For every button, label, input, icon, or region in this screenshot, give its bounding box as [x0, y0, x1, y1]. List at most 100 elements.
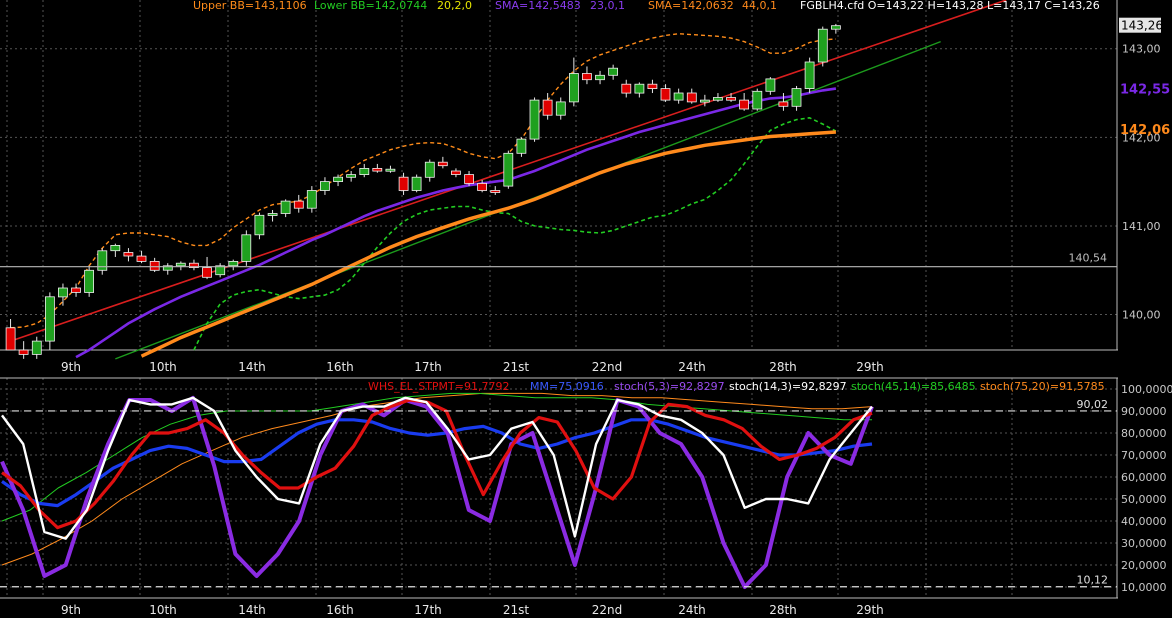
candle-body [765, 78, 776, 92]
candle-body [359, 167, 370, 175]
price-x-tick-label: 10th [149, 360, 177, 374]
oscillator-axis-tick-label: 80,0000 [1121, 427, 1167, 440]
candle-body [529, 99, 540, 140]
candle-body [306, 190, 317, 209]
price-x-tick-label: 9th [61, 360, 81, 374]
candle-body [293, 200, 304, 209]
candle-body [411, 176, 422, 191]
candle-body [686, 92, 697, 103]
candle-body [346, 174, 357, 178]
candle-body [713, 97, 723, 101]
candle-body [18, 349, 29, 355]
legend-stoch-14-3: stoch(14,3)=92,8297 [729, 380, 847, 393]
candle-body [778, 101, 789, 107]
oscillator-x-tick-label: 29th [856, 603, 884, 617]
oscillator-axis-tick-label: 20,0000 [1121, 559, 1167, 572]
price-axis-tick-label: 140,00 [1122, 309, 1161, 322]
legend-sma1-params: 23,0,1 [590, 0, 625, 12]
candle-body [385, 168, 396, 172]
candle-body [490, 190, 501, 193]
candle-body [700, 99, 710, 103]
candle-body [136, 255, 147, 262]
price-x-tick-label: 24th [678, 360, 706, 374]
candle-body [437, 161, 448, 167]
oscillator-x-tick-label: 14th [238, 603, 266, 617]
candle-body [542, 99, 553, 116]
oscillator-x-tick-label: 24th [678, 603, 706, 617]
oscillator-x-tick-label: 21st [503, 603, 530, 617]
candle-body [123, 252, 134, 257]
oscillator-axis-tick-label: 10,0000 [1121, 581, 1167, 594]
oscillator-x-tick-label: 17th [414, 603, 442, 617]
oscillator-x-tick-label: 10th [149, 603, 177, 617]
price-x-tick-label: 28th [769, 360, 797, 374]
price-x-tick-label: 14th [238, 360, 266, 374]
legend-stoch-75-20: stoch(75,20)=91,5785 [980, 380, 1105, 393]
oscillator-axis-tick-label: 40,0000 [1121, 515, 1167, 528]
oscillator-lower-label: 10,12 [1077, 574, 1109, 587]
candle-body [228, 260, 239, 267]
candle-body [254, 214, 265, 236]
oscillator-x-tick-label: 9th [61, 603, 81, 617]
legend-whs: WHS_EL_STPMT=91,7792 [368, 380, 509, 393]
candle-body [634, 83, 645, 94]
candle-body [464, 174, 475, 184]
oscillator-x-tick-label: 16th [326, 603, 354, 617]
oscillator-axis-tick-label: 100,0000 [1121, 383, 1172, 396]
candle-body [319, 181, 330, 191]
last-price-tag: 143,26 [1119, 17, 1163, 33]
price-axis-tick-label: 141,00 [1122, 220, 1161, 233]
price-x-tick-label: 17th [414, 360, 442, 374]
price-x-tick-label: 22nd [592, 360, 623, 374]
candle-body [110, 244, 121, 252]
price-x-tick-label: 21st [503, 360, 530, 374]
candle-body [84, 269, 94, 293]
price-reference-label: 140,54 [1069, 252, 1108, 265]
candle-body [424, 161, 435, 178]
oscillator-upper-label: 90,02 [1077, 398, 1109, 411]
legend-sma2: SMA=142,0632 [648, 0, 734, 12]
candle-body [333, 176, 344, 182]
candle-body [804, 61, 815, 90]
last-price-value: 143,26 [1121, 19, 1163, 33]
legend-bb-params: 20,2,0 [437, 0, 472, 12]
legend-stoch-5-3: stoch(5,3)=92,8297 [614, 380, 725, 393]
oscillator-axis-tick-label: 30,0000 [1121, 537, 1167, 550]
price-x-tick-label: 29th [856, 360, 884, 374]
candle-body [569, 73, 579, 103]
candle-body [477, 182, 488, 191]
candle-body [621, 83, 632, 94]
candle-body [595, 74, 605, 81]
legend-sma2-params: 44,0,1 [742, 0, 777, 12]
oscillator-x-tick-label: 28th [769, 603, 797, 617]
candle-body [817, 28, 828, 63]
trading-chart: 140,00141,00142,00143,0010,000020,000030… [0, 0, 1172, 618]
candle-body [58, 287, 68, 298]
legend-mm: MM=75,0916 [530, 380, 604, 393]
candle-body [450, 170, 461, 175]
candle-body [71, 287, 81, 293]
candle-body [5, 327, 16, 351]
candle-body [673, 92, 684, 101]
legend-ohlc: FGBLH4.cfd O=143,22 H=143,28 L=143,17 C=… [800, 0, 1100, 12]
candle-body [31, 340, 42, 355]
candle-body [398, 176, 409, 191]
oscillator-x-tick-label: 22nd [592, 603, 623, 617]
sma1-value-tag: 142,55 [1120, 83, 1170, 98]
candle-body [45, 296, 55, 342]
candle-body [202, 267, 212, 278]
candle-body [267, 213, 278, 216]
candle-body [175, 262, 186, 267]
oscillator-axis-tick-label: 90,0000 [1121, 405, 1167, 418]
candle-body [660, 88, 671, 101]
oscillator-axis-tick-label: 50,0000 [1121, 493, 1167, 506]
candle-body [791, 88, 802, 107]
oscillator-legend: WHS_EL_STPMT=91,7792 MM=75,0916 stoch(5,… [368, 380, 1105, 393]
candle-body [516, 138, 527, 154]
candle-body [608, 67, 618, 76]
candle-body [280, 200, 291, 214]
legend-sma1: SMA=142,5483 [495, 0, 581, 12]
candle-body [739, 99, 749, 110]
legend-lower-bb: Lower BB=142,0744 [314, 0, 427, 12]
legend-stoch-45-14: stoch(45,14)=85,6485 [851, 380, 976, 393]
